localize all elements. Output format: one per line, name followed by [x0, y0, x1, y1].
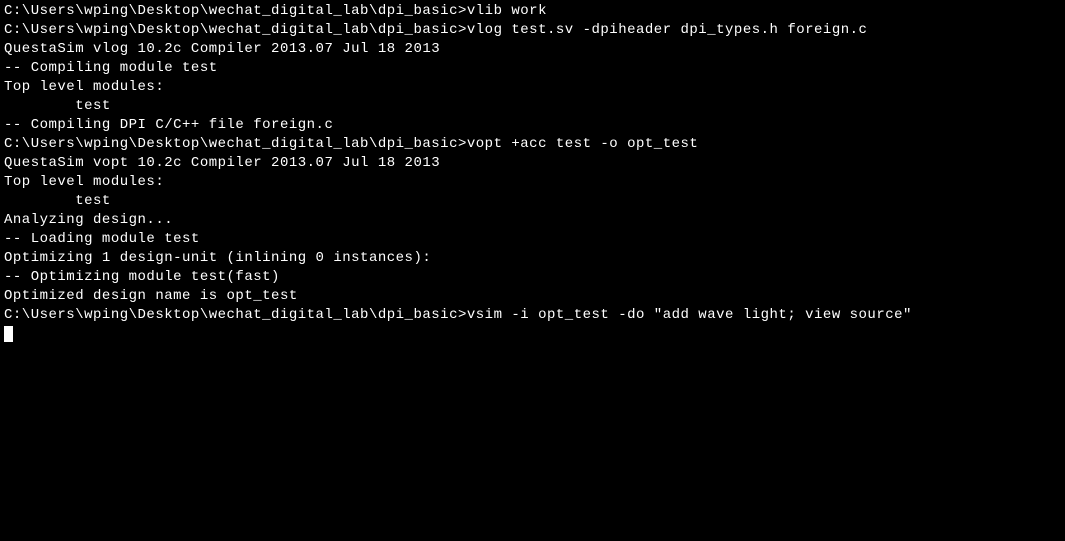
terminal-output-line: -- Compiling DPI C/C++ file foreign.c — [4, 116, 1061, 135]
terminal-output-line: -- Loading module test — [4, 230, 1061, 249]
terminal-output-line: C:\Users\wping\Desktop\wechat_digital_la… — [4, 306, 1061, 325]
terminal-output-line: Top level modules: — [4, 173, 1061, 192]
terminal-output-line: Optimized design name is opt_test — [4, 287, 1061, 306]
terminal-cursor-line[interactable] — [4, 325, 1061, 344]
terminal-output-line: -- Compiling module test — [4, 59, 1061, 78]
terminal-output-line: C:\Users\wping\Desktop\wechat_digital_la… — [4, 2, 1061, 21]
terminal-output-line: -- Optimizing module test(fast) — [4, 268, 1061, 287]
terminal-output-line: QuestaSim vlog 10.2c Compiler 2013.07 Ju… — [4, 40, 1061, 59]
terminal-output-line: Analyzing design... — [4, 211, 1061, 230]
terminal-output-line: C:\Users\wping\Desktop\wechat_digital_la… — [4, 135, 1061, 154]
terminal-window[interactable]: C:\Users\wping\Desktop\wechat_digital_la… — [4, 2, 1061, 344]
terminal-output-line: test — [4, 97, 1061, 116]
terminal-output-line: Top level modules: — [4, 78, 1061, 97]
terminal-output-line: test — [4, 192, 1061, 211]
terminal-output-line: QuestaSim vopt 10.2c Compiler 2013.07 Ju… — [4, 154, 1061, 173]
terminal-output-line: Optimizing 1 design-unit (inlining 0 ins… — [4, 249, 1061, 268]
terminal-output-line: C:\Users\wping\Desktop\wechat_digital_la… — [4, 21, 1061, 40]
cursor-icon — [4, 326, 13, 342]
